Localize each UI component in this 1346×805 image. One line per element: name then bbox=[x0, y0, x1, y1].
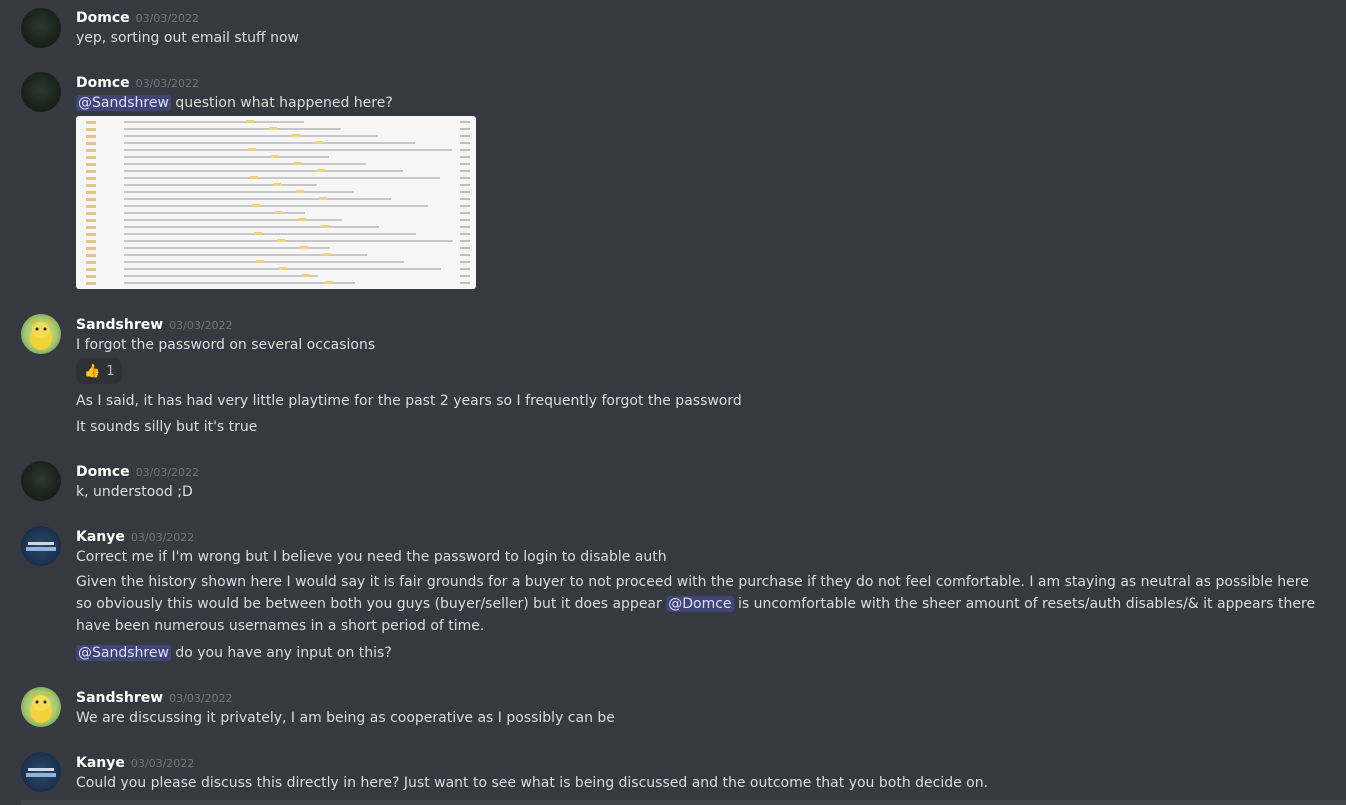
message-text: Could you please discuss this directly i… bbox=[76, 775, 989, 791]
attachment-row bbox=[76, 217, 476, 223]
avatar[interactable] bbox=[21, 461, 61, 501]
timestamp: 03/03/2022 bbox=[169, 692, 233, 705]
message-paragraph: Given the history shown here I would say… bbox=[76, 571, 1316, 637]
timestamp: 03/03/2022 bbox=[135, 12, 200, 25]
reaction-count: 1 bbox=[106, 363, 115, 379]
username[interactable]: Domce bbox=[76, 75, 130, 91]
message-text: @Sandshrew do you have any input on this… bbox=[76, 642, 392, 664]
hardcore-ironman-avatar-icon bbox=[26, 768, 56, 777]
user-mention[interactable]: @Sandshrew bbox=[76, 645, 171, 661]
attachment-row bbox=[76, 210, 476, 216]
sandshrew-avatar-icon bbox=[30, 691, 52, 723]
attachment-row bbox=[76, 245, 476, 251]
message-text: We are discussing it privately, I am bei… bbox=[76, 710, 615, 726]
timestamp: 03/03/2022 bbox=[130, 757, 195, 770]
message-text: yep, sorting out email stuff now bbox=[76, 30, 299, 46]
avatar[interactable] bbox=[21, 687, 61, 727]
user-mention[interactable]: @Domce bbox=[666, 596, 734, 612]
message-text: Correct me if I'm wrong but I believe yo… bbox=[76, 549, 667, 565]
attachment-row bbox=[76, 273, 476, 279]
attachment-row bbox=[76, 126, 476, 132]
avatar[interactable] bbox=[21, 526, 61, 566]
message-text: @Sandshrew question what happened here? bbox=[76, 92, 393, 114]
attachment-row bbox=[76, 147, 476, 153]
username[interactable]: Sandshrew bbox=[76, 317, 163, 333]
message-text-rest: do you have any input on this? bbox=[170, 645, 392, 661]
attachment-row bbox=[76, 259, 476, 265]
timestamp: 03/03/2022 bbox=[135, 466, 200, 479]
attachment-row bbox=[76, 280, 476, 286]
username[interactable]: Kanye bbox=[76, 529, 125, 545]
attachment-row bbox=[76, 161, 476, 167]
attachment-row bbox=[76, 133, 476, 139]
message-text-rest: question what happened here? bbox=[170, 95, 393, 111]
attachment-row bbox=[76, 238, 476, 244]
attachment-row bbox=[76, 168, 476, 174]
hardcore-ironman-avatar-icon bbox=[26, 542, 56, 551]
attachment-row bbox=[76, 119, 476, 125]
timestamp: 03/03/2022 bbox=[135, 77, 200, 90]
timestamp: 03/03/2022 bbox=[130, 531, 195, 544]
message-input-edge[interactable] bbox=[21, 800, 1346, 805]
avatar[interactable] bbox=[21, 8, 61, 48]
username[interactable]: Domce bbox=[76, 10, 130, 26]
attachment-row bbox=[76, 231, 476, 237]
sandshrew-avatar-icon bbox=[30, 318, 52, 350]
attachment-row bbox=[76, 203, 476, 209]
attachment-row bbox=[76, 140, 476, 146]
attachment-row bbox=[76, 154, 476, 160]
attachment-row bbox=[76, 224, 476, 230]
attachment-row bbox=[76, 196, 476, 202]
message-text: I forgot the password on several occasio… bbox=[76, 337, 376, 353]
user-mention[interactable]: @Sandshrew bbox=[76, 95, 171, 111]
message-text: It sounds silly but it's true bbox=[76, 419, 258, 435]
avatar[interactable] bbox=[21, 314, 61, 354]
attachment-row bbox=[76, 189, 476, 195]
username[interactable]: Sandshrew bbox=[76, 690, 163, 706]
username[interactable]: Kanye bbox=[76, 755, 125, 771]
thumbs-up-icon: 👍 bbox=[84, 363, 101, 379]
avatar[interactable] bbox=[21, 752, 61, 792]
image-attachment[interactable] bbox=[76, 116, 476, 289]
username[interactable]: Domce bbox=[76, 464, 130, 480]
attachment-row bbox=[76, 175, 476, 181]
timestamp: 03/03/2022 bbox=[169, 319, 233, 332]
message-text: As I said, it has had very little playti… bbox=[76, 393, 742, 409]
avatar[interactable] bbox=[21, 72, 61, 112]
attachment-row bbox=[76, 252, 476, 258]
attachment-row bbox=[76, 182, 476, 188]
attachment-row bbox=[76, 266, 476, 272]
message-text: k, understood ;D bbox=[76, 484, 193, 500]
reaction-thumbs-up[interactable]: 👍 1 bbox=[76, 358, 123, 384]
